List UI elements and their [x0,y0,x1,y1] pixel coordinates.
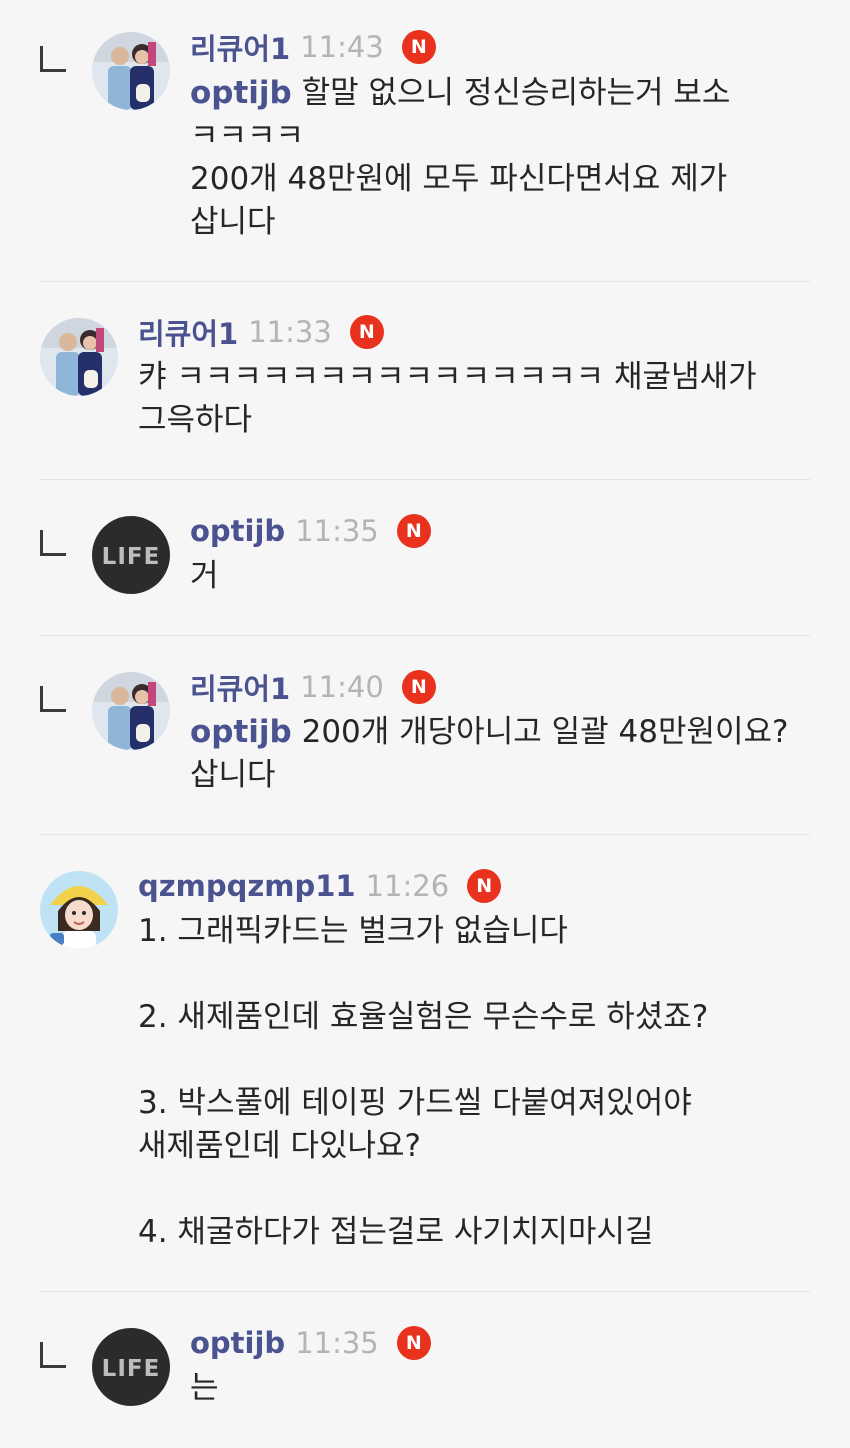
profile-avatar[interactable] [92,672,170,750]
comment-divider [40,834,810,835]
comment-nickname[interactable]: 리큐어1 [190,26,290,68]
comment-divider [40,1291,810,1292]
profile-avatar[interactable] [40,318,118,396]
life-logo-icon: LIFE [92,516,170,594]
comment-nickname[interactable]: qzmpqzmp11 [138,869,356,903]
comment-nickname[interactable]: 리큐어1 [190,666,290,708]
reply-indicator-icon [40,46,66,72]
comment-nickname[interactable]: optijb [190,514,285,548]
comment-nickname[interactable]: optijb [190,1326,285,1360]
cartoon-girl-icon [40,871,118,949]
comment-time: 11:33 [248,315,332,349]
comment-time: 11:26 [365,869,450,903]
profile-avatar[interactable] [92,32,170,110]
couple-photo-icon [92,672,170,750]
svg-text:LIFE: LIFE [102,544,161,570]
comment-text: 1. 그래픽카드는 벌크가 없습니다 2. 새제품인데 효율실험은 무슨수로 하… [138,910,708,1254]
life-logo-icon: LIFE [92,1328,170,1406]
comment-text: 캬 ㅋㅋㅋㅋㅋㅋㅋㅋㅋㅋㅋㅋㅋㅋㅋ 채굴냄새가 그윽하다 [138,356,757,442]
comment-message: 캬 ㅋㅋㅋㅋㅋㅋㅋㅋㅋㅋㅋㅋㅋㅋㅋ 채굴냄새가 그윽하다 [138,359,757,438]
comment-text: optijb 200개 개당아니고 일괄 48만원이요? 삽니다 [190,711,788,797]
comment-divider [40,479,810,480]
comment-time: 11:40 [300,670,384,704]
comment-text: optijb 할말 없으니 정신승리하는거 보소 ㅋㅋㅋㅋ 200개 48만원에… [190,72,730,244]
comment-text: 거 [190,555,219,598]
comment-message: 는 [190,1370,219,1406]
profile-avatar[interactable] [40,871,118,949]
new-badge-icon: N [349,315,384,349]
reply-indicator-icon [40,686,66,712]
mention-link[interactable]: optijb [190,714,292,750]
new-badge-icon: N [396,514,431,548]
couple-photo-icon [92,32,170,110]
comment-time: 11:35 [295,514,379,548]
comment-text: 는 [190,1367,219,1410]
new-badge-icon: N [401,670,436,704]
svg-text:LIFE: LIFE [102,1356,161,1382]
couple-photo-icon [40,318,118,396]
new-badge-icon: N [396,1326,431,1360]
comment-message: 1. 그래픽카드는 벌크가 없습니다 2. 새제품인데 효율실험은 무슨수로 하… [138,913,709,1250]
comment-time: 11:43 [300,30,384,64]
mention-link[interactable]: optijb [190,75,292,111]
comment-time: 11:35 [295,1326,379,1360]
profile-avatar[interactable]: LIFE [92,1328,170,1406]
reply-indicator-icon [40,530,66,556]
profile-avatar[interactable]: LIFE [92,516,170,594]
comment-divider [40,281,810,282]
comment-feed: 리큐어1 11:43 N optijb 할말 없으니 정신승리하는거 보소 ㅋㅋ… [0,0,850,1448]
reply-indicator-icon [40,1342,66,1368]
comment-message: 거 [190,558,219,594]
new-badge-icon: N [467,869,502,903]
comment-divider [40,635,810,636]
new-badge-icon: N [401,30,436,64]
comment-nickname[interactable]: 리큐어1 [138,311,238,353]
